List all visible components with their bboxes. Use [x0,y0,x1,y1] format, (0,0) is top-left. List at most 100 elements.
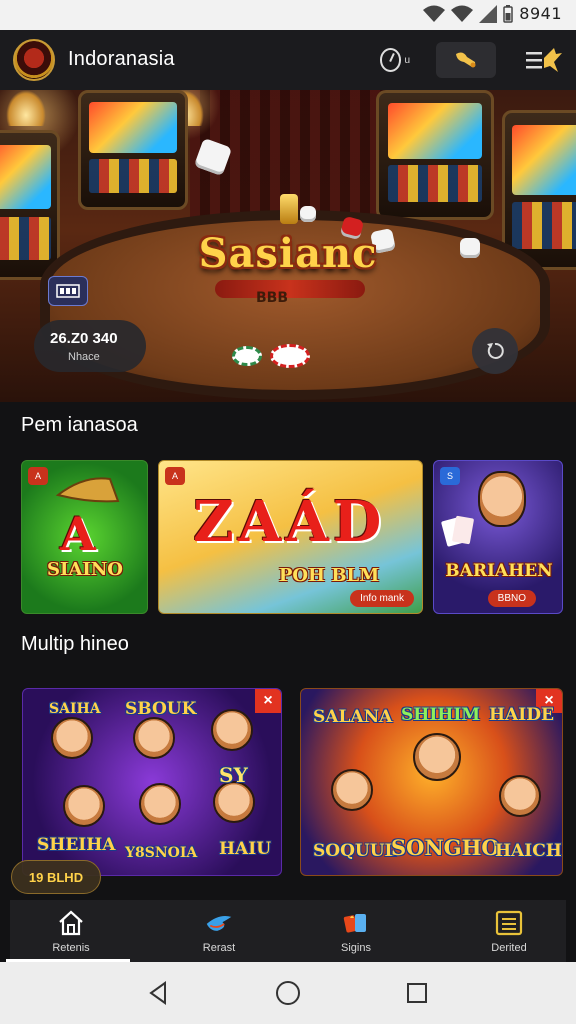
clock-button[interactable]: u [380,46,410,74]
slots-icon [56,284,80,298]
game-label: SONGHO [391,835,500,860]
hero-logo-ribbon [215,280,365,298]
promo-headline: ZAÁD [193,489,386,555]
status-bar: 8941 [0,0,576,30]
character-face [499,775,541,817]
refresh-button[interactable] [472,328,518,374]
character-face [413,733,461,781]
character-face [63,785,105,827]
nav-label-derited: Derited [491,942,527,954]
coin-stack [280,194,298,224]
bottom-nav: Retenis Rerast Sigins Derited [6,900,566,962]
lamp-left [6,90,46,126]
game-label: SY [219,763,248,787]
horn-illustration [55,477,120,503]
jackpot-badge[interactable]: 19 BLHD [11,860,101,894]
promo-badge: A [28,467,48,485]
promo-word: SIAINO [47,559,123,580]
hero-tag[interactable] [48,276,88,306]
home-button[interactable] [273,978,303,1008]
promo-badge: S [440,467,460,485]
character-face [51,717,93,759]
game-card-2[interactable]: × SALANA SHIHIM HAIDE SOQUUL SONGHO HAIC… [300,688,563,876]
game-label: SOQUUL [313,841,397,861]
clock-suffix: u [404,54,410,66]
nav-item-home[interactable]: Retenis [6,900,136,962]
promo-card-1[interactable]: A A SIAINO [21,460,148,614]
status-icons: 8941 [423,4,562,23]
game-label: SBOUK [125,699,197,719]
bird-icon [205,910,233,936]
home-icon [57,910,85,936]
app-title: Indoranasia [68,48,175,70]
character-face [211,709,253,751]
app-bar: Indoranasia u [0,30,576,90]
clock-icon [380,48,402,72]
battery-icon [503,4,514,23]
nav-label-rerast: Rerast [202,942,236,954]
nav-label-sigins: Sigins [341,942,371,954]
recents-button[interactable] [402,978,432,1008]
character-face [133,717,175,759]
section-title-promos: Pem ianasoa [21,414,138,436]
game-card-1[interactable]: × SAIHA SBOUK SHEIHA Y8SNOIA HAIU SY [22,688,282,876]
slot-machine-2 [78,90,188,210]
chip [270,344,310,368]
nav-item-derited[interactable]: Derited [444,900,574,962]
counter-value: 26.Z0 340 [50,330,118,347]
system-nav-bar [0,962,576,1024]
game-label: SAIHA [49,701,101,717]
nav-item-sigins[interactable]: Sigins [291,900,421,962]
game-label: SALANA [313,707,393,727]
section-title-games: Multip hineo [21,633,129,655]
promo-chip[interactable]: Info mank [350,590,414,607]
menu-button[interactable] [524,44,564,76]
cards-icon [342,910,370,936]
character-face [139,783,181,825]
signal-icon [479,4,498,23]
promo-card-3[interactable]: S BARIAHEN BBNO [433,460,563,614]
promo-chip[interactable]: BBNO [487,590,536,607]
character-face [213,781,255,823]
game-label: SHEIHA [37,835,116,855]
wallet-button[interactable] [436,42,496,78]
promo-card-2[interactable]: A ZAÁD POH BLM Info mank [158,460,423,614]
horn-icon [456,52,476,68]
menu-icon [526,48,562,72]
refresh-icon [487,342,504,359]
die [300,206,316,222]
home-circle-icon [276,981,300,1005]
die [460,238,480,258]
game-label: HAIDE [489,705,554,725]
slot-machine-3 [376,90,494,220]
back-icon [149,981,166,1005]
hero-logo-text: Sasianc [198,230,378,277]
game-label: SHIHIM [401,705,481,725]
promo-letter: A [60,507,96,561]
game-label: Y8SNOIA [125,845,198,861]
character-portrait [478,471,526,527]
counter-label: Nhace [68,351,100,363]
promo-word: BARIAHEN [445,561,553,581]
app-logo[interactable] [13,39,55,81]
nav-item-rerast[interactable]: Rerast [154,900,284,962]
wifi-icon [423,5,446,22]
balance-counter[interactable]: 26.Z0 340 Nhace [34,320,146,372]
promo-word: POH BLM [278,565,380,586]
nav-label-home: Retenis [52,942,90,954]
status-time: 8941 [519,4,562,23]
list-icon [495,910,523,936]
wifi-icon-2 [451,5,474,22]
game-label: HAICHS [495,841,562,861]
close-icon[interactable]: × [255,689,281,713]
recents-icon [407,983,427,1003]
chip [232,346,262,366]
promo-badge: A [165,467,185,485]
cards-illustration [441,515,474,547]
slot-machine-1 [0,130,60,280]
game-label: HAIU [219,839,272,859]
character-face [331,769,373,811]
hero-banner[interactable]: Sasianc BBB 26.Z0 340 Nhace [0,90,576,402]
back-button[interactable] [144,978,174,1008]
table-mark: BBB [256,290,289,306]
